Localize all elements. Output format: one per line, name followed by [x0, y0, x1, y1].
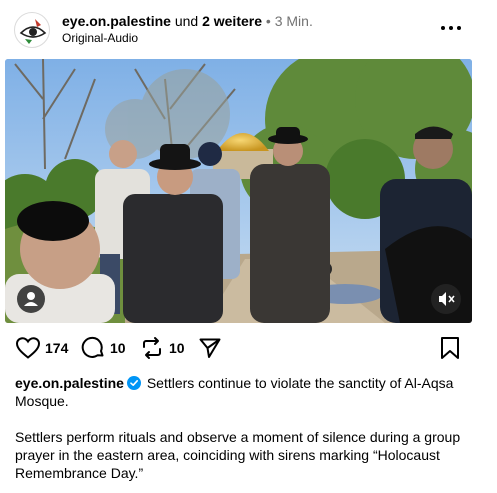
muted-speaker-icon[interactable]: [431, 284, 461, 314]
post-header: eye.on.palestine und 2 weitere • 3 Min. …: [0, 0, 497, 56]
bookmark-icon[interactable]: [439, 336, 461, 365]
verified-badge-icon: [126, 376, 141, 390]
post-authors: eye.on.palestine und 2 weitere • 3 Min.: [62, 13, 313, 29]
user-tag-icon[interactable]: [17, 285, 45, 313]
caption-text-2: Settlers perform rituals and observe a m…: [15, 429, 461, 481]
connector-text: und: [174, 13, 199, 29]
eye-logo-icon[interactable]: [14, 12, 50, 48]
audio-link[interactable]: Original-Audio: [62, 31, 138, 45]
like-count[interactable]: 174: [45, 340, 68, 356]
coauthors-link[interactable]: 2 weitere: [202, 13, 262, 29]
caption-first-paragraph: eye.on.palestine Settlers continue to vi…: [15, 374, 480, 410]
share-icon[interactable]: [198, 336, 222, 365]
post-time[interactable]: 3 Min.: [275, 13, 313, 29]
video-player[interactable]: [5, 59, 472, 323]
comment-count[interactable]: 10: [110, 340, 126, 356]
repost-icon[interactable]: [140, 336, 164, 365]
post-caption: eye.on.palestine Settlers continue to vi…: [15, 374, 480, 482]
comment-icon[interactable]: [81, 336, 105, 365]
caption-username[interactable]: eye.on.palestine: [15, 375, 124, 391]
author-username[interactable]: eye.on.palestine: [62, 13, 171, 29]
repost-count[interactable]: 10: [169, 340, 185, 356]
more-options-icon[interactable]: [437, 16, 465, 40]
video-frame: [5, 59, 472, 323]
separator-dot: •: [265, 13, 271, 29]
action-bar: 174 10 10: [0, 333, 497, 365]
heart-icon[interactable]: [15, 336, 41, 365]
